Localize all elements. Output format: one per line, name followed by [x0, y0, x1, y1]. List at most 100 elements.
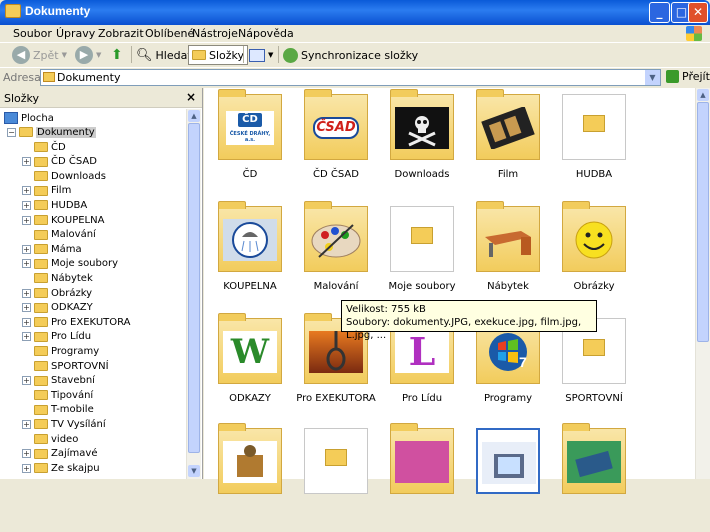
folder-tile[interactable]: Film: [468, 89, 548, 198]
tree-item-label: Downloads: [51, 170, 106, 182]
expand-icon[interactable]: +: [22, 157, 31, 167]
tree-item[interactable]: + ODKAZY: [22, 301, 93, 315]
tree-item[interactable]: Programy: [22, 344, 99, 358]
expand-icon[interactable]: +: [22, 376, 31, 386]
tree-item[interactable]: + TV Vysílání: [22, 417, 106, 431]
forward-button[interactable]: ▶ ▼: [75, 45, 101, 65]
tree-item[interactable]: video: [22, 432, 78, 446]
expand-icon[interactable]: +: [22, 463, 31, 473]
tree-item[interactable]: Nábytek: [22, 271, 93, 285]
tree-item[interactable]: Malování: [22, 228, 96, 242]
expand-icon[interactable]: +: [22, 317, 31, 327]
folder-tile[interactable]: [554, 423, 634, 532]
close-pane-button[interactable]: ×: [186, 90, 196, 104]
folder-tile[interactable]: Downloads: [382, 89, 462, 198]
expand-icon[interactable]: +: [22, 332, 31, 342]
tree-item-label: Malování: [51, 229, 96, 241]
folder-tile[interactable]: W ODKAZY: [210, 313, 290, 422]
tree-item[interactable]: + ČD ČSAD: [22, 155, 97, 169]
folder-thumbnail: W: [218, 313, 282, 384]
folder-label: KOUPELNA: [223, 281, 277, 292]
tree-item[interactable]: + HUDBA: [22, 198, 87, 212]
tree-item[interactable]: ČD: [22, 140, 66, 154]
title-bar[interactable]: Dokumenty _ □ ✕: [0, 0, 710, 25]
folder-tile[interactable]: Obrázky: [554, 201, 634, 310]
folder-tile[interactable]: Nábytek: [468, 201, 548, 310]
folder-thumbnail: [476, 89, 540, 160]
tree-scroll-thumb[interactable]: [188, 123, 200, 453]
tree-item[interactable]: + Zajímavé: [22, 447, 97, 461]
menu-soubor[interactable]: Soubor: [13, 27, 52, 40]
expand-icon[interactable]: +: [22, 244, 31, 254]
scroll-up-icon[interactable]: ▲: [188, 110, 200, 122]
tree-item[interactable]: T-mobile: [22, 403, 94, 417]
expand-icon[interactable]: +: [22, 215, 31, 225]
tree-item[interactable]: + Moje soubory: [22, 257, 118, 271]
thumbnail-image: ČSAD: [309, 107, 363, 149]
folder-thumbnail: ČD ČESKÉ DRÁHY, a.s.: [218, 89, 282, 160]
folder-tile[interactable]: [210, 423, 290, 532]
folder-label: ČD: [242, 169, 258, 180]
tooltip: Velikost: 755 kB Soubory: dokumenty.JPG,…: [341, 300, 597, 341]
folder-tile[interactable]: [296, 428, 376, 532]
tooltip-size: Velikost: 755 kB: [346, 304, 426, 315]
folder-icon: [34, 375, 48, 386]
folder-tile[interactable]: HUDBA: [554, 94, 634, 198]
expand-icon[interactable]: +: [22, 259, 31, 269]
expand-icon[interactable]: +: [22, 449, 31, 459]
folder-tile[interactable]: [382, 423, 462, 532]
scroll-down-icon[interactable]: ▼: [188, 465, 200, 477]
expand-icon[interactable]: +: [22, 186, 31, 196]
tree-item[interactable]: + Obrázky: [22, 286, 92, 300]
menu-upravy[interactable]: Úpravy: [56, 27, 95, 40]
search-button[interactable]: 🔍︎ Hledat: [136, 45, 192, 65]
folder-tile[interactable]: Moje soubory: [382, 206, 462, 310]
up-folder-button[interactable]: ⬆: [111, 45, 123, 65]
go-button[interactable]: Přejít: [666, 70, 710, 83]
tree-item[interactable]: SPORTOVNÍ: [22, 359, 109, 373]
view-scroll-thumb[interactable]: [697, 102, 709, 342]
close-button[interactable]: ✕: [688, 2, 708, 23]
menu-nastroje[interactable]: Nástroje: [192, 27, 238, 40]
address-input[interactable]: Dokumenty ▼: [40, 69, 661, 86]
collapse-icon[interactable]: −: [7, 127, 16, 137]
menu-napoveda[interactable]: Nápověda: [238, 27, 294, 40]
folder-icon: [34, 302, 48, 313]
menu-oblibene[interactable]: Oblíbené: [145, 27, 194, 40]
address-label: Adresa: [3, 71, 41, 84]
expand-icon[interactable]: +: [22, 200, 31, 210]
views-button[interactable]: ▼: [249, 45, 273, 65]
tree-item[interactable]: + Pro EXEKUTORA: [22, 315, 131, 329]
tree-item[interactable]: + Stavební: [22, 374, 95, 388]
chevron-down-icon[interactable]: ▼: [645, 70, 660, 85]
expand-icon[interactable]: +: [22, 288, 31, 298]
folder-tile[interactable]: [468, 428, 548, 532]
folders-label: Složky: [209, 48, 245, 62]
tree-item[interactable]: + Pro Lídu: [22, 330, 91, 344]
tree-item[interactable]: + KOUPELNA: [22, 213, 104, 227]
tree-item[interactable]: + Ze skajpu: [22, 461, 100, 475]
tree-item-desktop[interactable]: Plocha: [4, 111, 54, 125]
tree-item[interactable]: Tipování: [22, 388, 93, 402]
expand-icon[interactable]: +: [22, 419, 31, 429]
folder-icon: [34, 361, 48, 371]
tree-item[interactable]: + Film: [22, 184, 71, 198]
tree-item[interactable]: Downloads: [22, 169, 106, 183]
scroll-up-icon[interactable]: ▲: [697, 89, 709, 101]
minimize-button[interactable]: _: [649, 2, 670, 23]
back-button[interactable]: ◀ Zpět ▼: [12, 45, 67, 65]
folder-tile[interactable]: KOUPELNA: [210, 201, 290, 310]
tree-item-label: Film: [51, 185, 72, 197]
folders-button[interactable]: Složky: [188, 45, 249, 65]
view-scrollbar[interactable]: ▲: [695, 88, 710, 479]
folder-tile[interactable]: ČD ČESKÉ DRÁHY, a.s. ČD: [210, 89, 290, 198]
sync-button[interactable]: Synchronizace složky: [283, 45, 418, 65]
tree-item-root[interactable]: − Dokumenty: [7, 125, 96, 139]
folder-tile[interactable]: Malování: [296, 201, 376, 310]
expand-icon[interactable]: +: [22, 303, 31, 313]
tree-scrollbar[interactable]: ▲ ▼: [186, 109, 201, 479]
folder-tile[interactable]: ČSAD ČD ČSAD: [296, 89, 376, 198]
tree-item[interactable]: + Máma: [22, 242, 82, 256]
menu-zobrazit[interactable]: Zobrazit: [98, 27, 144, 40]
thumbnail-image: W: [223, 331, 277, 373]
